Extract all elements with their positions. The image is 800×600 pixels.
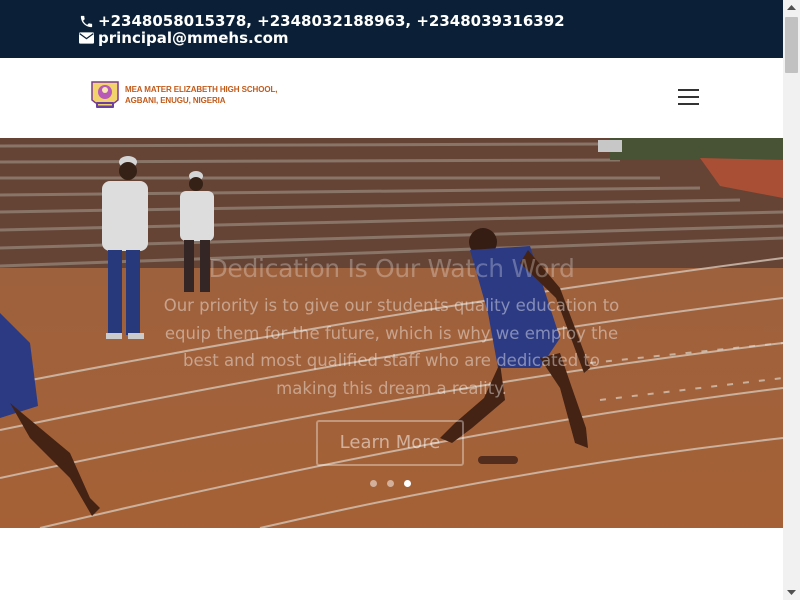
email-contact: principal@mmehs.com xyxy=(79,29,289,47)
school-name-line2: AGBANI, ENUGU, NIGERIA xyxy=(125,96,226,105)
learn-more-button[interactable]: Learn More xyxy=(316,420,464,466)
hamburger-menu-icon[interactable] xyxy=(678,89,699,105)
scrollbar-thumb[interactable] xyxy=(785,17,798,73)
phone-contact: +2348058015378, +2348032188963, +2348039… xyxy=(79,12,565,30)
slide-dot-1[interactable] xyxy=(370,480,377,487)
envelope-icon xyxy=(79,32,94,44)
hero-title: Dedication Is Our Watch Word xyxy=(208,254,575,283)
top-contact-bar: +2348058015378, +2348032188963, +2348039… xyxy=(0,0,783,58)
phone-numbers[interactable]: +2348058015378, +2348032188963, +2348039… xyxy=(98,12,565,30)
email-address[interactable]: principal@mmehs.com xyxy=(98,29,289,47)
hero-slider: Dedication Is Our Watch Word Our priorit… xyxy=(0,138,783,528)
site-header: MEA MATER ELIZABETH HIGH SCHOOL, AGBANI,… xyxy=(0,58,783,138)
scroll-up-arrow-icon[interactable] xyxy=(783,0,800,15)
site-logo[interactable]: MEA MATER ELIZABETH HIGH SCHOOL, AGBANI,… xyxy=(88,78,277,112)
school-name: MEA MATER ELIZABETH HIGH SCHOOL, AGBANI,… xyxy=(125,84,277,106)
slide-dot-2[interactable] xyxy=(387,480,394,487)
page: +2348058015378, +2348032188963, +2348039… xyxy=(0,0,783,600)
hero-description: Our priority is to give our students qua… xyxy=(163,296,620,398)
school-name-line1: MEA MATER ELIZABETH HIGH SCHOOL, xyxy=(125,85,278,94)
school-crest-icon xyxy=(91,81,119,108)
slide-dot-3[interactable] xyxy=(404,480,411,487)
vertical-scrollbar[interactable] xyxy=(783,0,800,600)
slider-pagination xyxy=(370,480,411,487)
phone-icon xyxy=(80,15,93,27)
scroll-down-arrow-icon[interactable] xyxy=(783,585,800,600)
